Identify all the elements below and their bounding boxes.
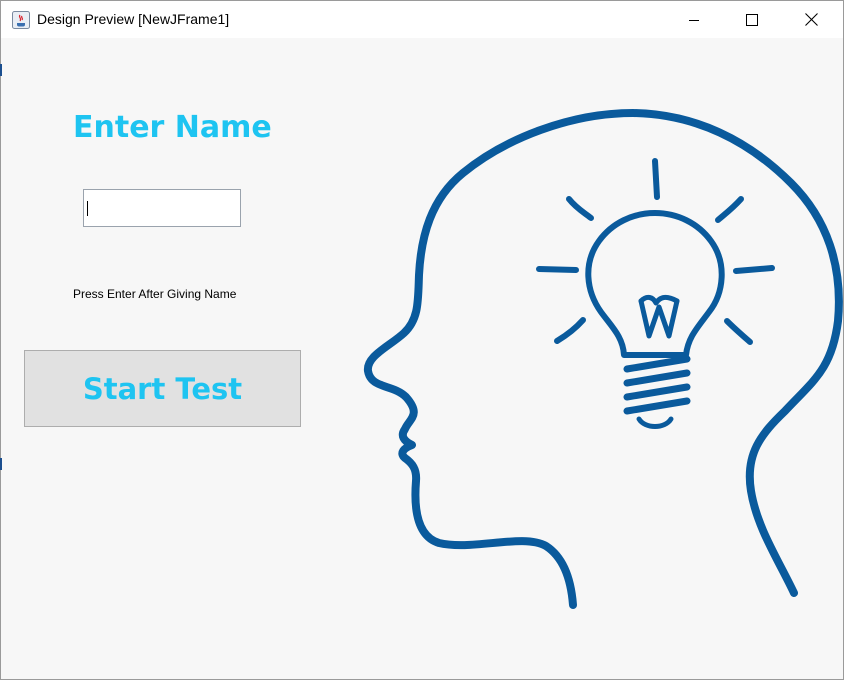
java-app-icon (12, 11, 30, 29)
minimize-button[interactable] (665, 1, 723, 38)
title-bar[interactable]: Design Preview [NewJFrame1] (1, 1, 843, 38)
enter-name-heading: Enter Name (73, 110, 272, 145)
edge-artifact (0, 64, 2, 76)
close-button[interactable] (782, 1, 840, 38)
hint-label: Press Enter After Giving Name (73, 287, 237, 301)
text-caret (87, 201, 88, 216)
content-panel: Enter Name Press Enter After Giving Name… (1, 38, 843, 679)
window-title: Design Preview [NewJFrame1] (37, 11, 230, 27)
head-with-lightbulb-icon (364, 109, 843, 609)
edge-artifact (0, 458, 2, 470)
start-test-button[interactable]: Start Test (24, 350, 301, 427)
maximize-icon (746, 13, 758, 26)
close-icon (804, 13, 818, 26)
maximize-button[interactable] (723, 1, 781, 38)
app-window: Design Preview [NewJFrame1] Enter Name P… (0, 0, 844, 680)
minimize-icon (689, 19, 699, 21)
name-input[interactable] (83, 189, 241, 227)
